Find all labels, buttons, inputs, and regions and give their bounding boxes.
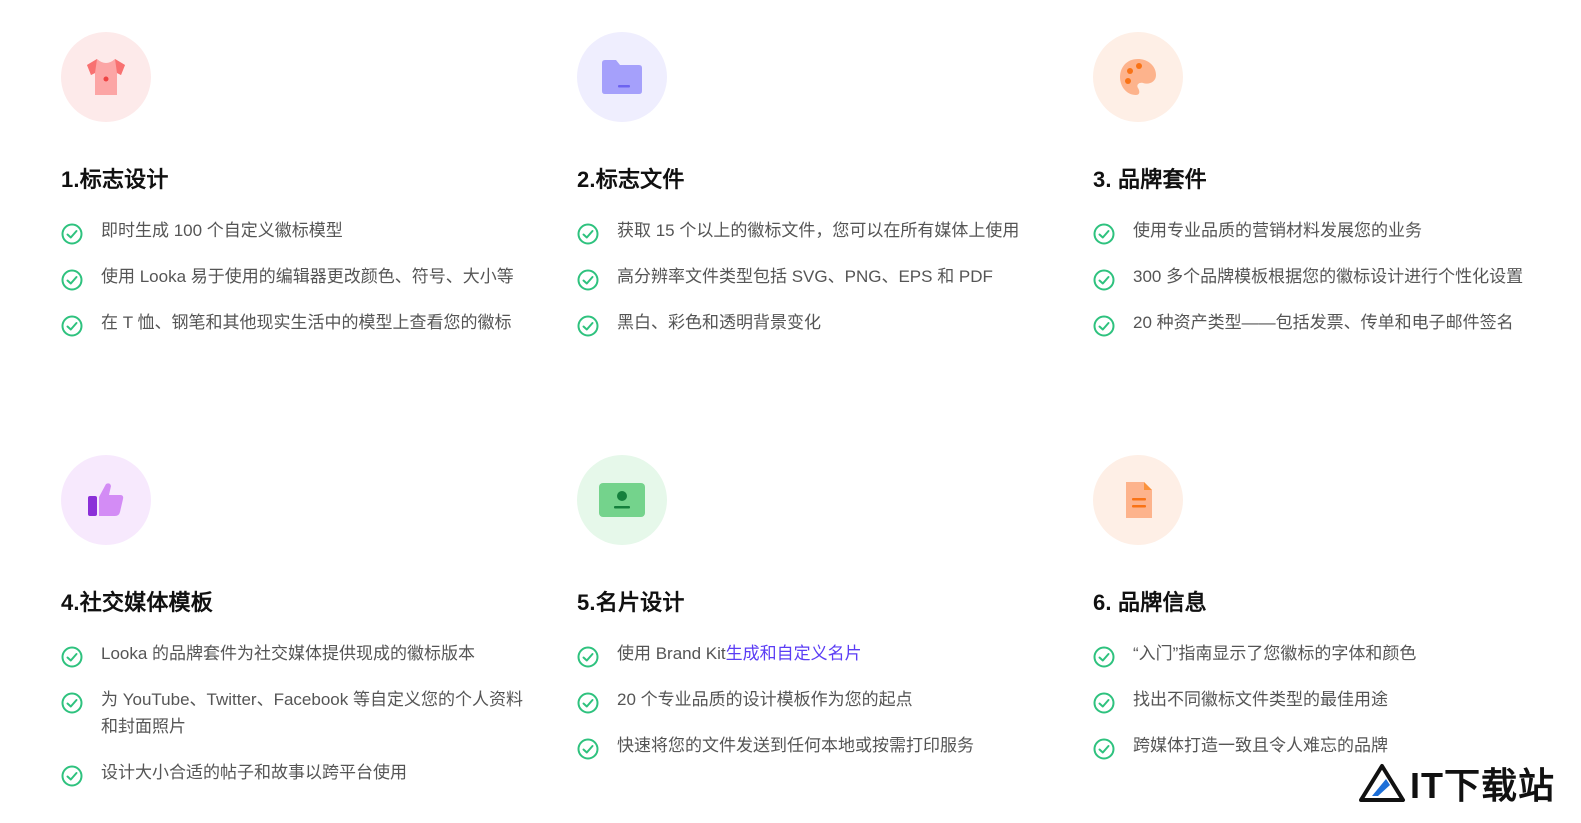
- list-item: 使用 Looka 易于使用的编辑器更改颜色、符号、大小等: [61, 263, 531, 291]
- check-circle-icon: [1093, 738, 1115, 760]
- list-item-text: 使用 Looka 易于使用的编辑器更改颜色、符号、大小等: [101, 267, 514, 286]
- list-item: Looka 的品牌套件为社交媒体提供现成的徽标版本: [61, 640, 531, 668]
- check-circle-icon: [1093, 223, 1115, 245]
- list-item: 跨媒体打造一致且令人难忘的品牌: [1093, 732, 1563, 760]
- check-circle-icon: [61, 765, 83, 787]
- list-item: 黑白、彩色和透明背景变化: [577, 309, 1047, 337]
- feature-list: 即时生成 100 个自定义徽标模型 使用 Looka 易于使用的编辑器更改颜色、…: [61, 217, 531, 337]
- feature-list: 获取 15 个以上的徽标文件，您可以在所有媒体上使用 高分辨率文件类型包括 SV…: [577, 217, 1047, 337]
- list-item-text: 跨媒体打造一致且令人难忘的品牌: [1133, 736, 1388, 755]
- check-circle-icon: [61, 315, 83, 337]
- check-circle-icon: [577, 315, 599, 337]
- check-circle-icon: [61, 223, 83, 245]
- business-card-icon-circle: [577, 455, 667, 545]
- list-item: 高分辨率文件类型包括 SVG、PNG、EPS 和 PDF: [577, 263, 1047, 291]
- palette-icon-circle: [1093, 32, 1183, 122]
- card-title: 5.名片设计: [577, 590, 685, 615]
- create-business-card-link[interactable]: 生成和自定义名片: [726, 644, 862, 663]
- feature-card-brand-info: 6. 品牌信息 “入门”指南显示了您徽标的字体和颜色 找出不同徽标文件类型的最佳…: [1093, 455, 1563, 778]
- list-item-text: 使用专业品质的营销材料发展您的业务: [1133, 221, 1422, 240]
- card-title: 4.社交媒体模板: [61, 590, 213, 615]
- feature-card-business-card: 5.名片设计 使用 Brand Kit生成和自定义名片 20 个专业品质的设计模…: [577, 455, 1047, 778]
- list-item-text: 设计大小合适的帖子和故事以跨平台使用: [101, 763, 407, 782]
- check-circle-icon: [577, 223, 599, 245]
- folder-icon-circle: [577, 32, 667, 122]
- feature-list: 使用 Brand Kit生成和自定义名片 20 个专业品质的设计模板作为您的起点…: [577, 640, 1047, 760]
- check-circle-icon: [61, 692, 83, 714]
- list-item: 20 种资产类型——包括发票、传单和电子邮件签名: [1093, 309, 1563, 337]
- feature-list: Looka 的品牌套件为社交媒体提供现成的徽标版本 为 YouTube、Twit…: [61, 640, 531, 787]
- tshirt-icon-circle: [61, 32, 151, 122]
- check-circle-icon: [1093, 692, 1115, 714]
- check-circle-icon: [577, 646, 599, 668]
- check-circle-icon: [577, 269, 599, 291]
- check-circle-icon: [577, 692, 599, 714]
- check-circle-icon: [61, 646, 83, 668]
- check-circle-icon: [577, 738, 599, 760]
- card-title: 6. 品牌信息: [1093, 590, 1207, 615]
- list-item-text: 300 多个品牌模板根据您的徽标设计进行个性化设置: [1133, 267, 1524, 286]
- list-item-text: 在 T 恤、钢笔和其他现实生活中的模型上查看您的徽标: [101, 313, 512, 332]
- document-icon: [1126, 482, 1152, 518]
- feature-card-brand-kit: 3. 品牌套件 使用专业品质的营销材料发展您的业务 300 多个品牌模板根据您的…: [1093, 32, 1563, 355]
- list-item: 使用专业品质的营销材料发展您的业务: [1093, 217, 1563, 245]
- list-item-text: 即时生成 100 个自定义徽标模型: [101, 221, 343, 240]
- list-item-text: 20 种资产类型——包括发票、传单和电子邮件签名: [1133, 313, 1514, 332]
- check-circle-icon: [61, 269, 83, 291]
- thumbs-up-icon: [88, 483, 124, 516]
- list-item: 获取 15 个以上的徽标文件，您可以在所有媒体上使用: [577, 217, 1047, 245]
- list-item-text: 高分辨率文件类型包括 SVG、PNG、EPS 和 PDF: [617, 267, 993, 286]
- feature-list: 使用专业品质的营销材料发展您的业务 300 多个品牌模板根据您的徽标设计进行个性…: [1093, 217, 1563, 337]
- list-item-text: 20 个专业品质的设计模板作为您的起点: [617, 690, 913, 709]
- watermark: IT下载站: [1358, 757, 1555, 809]
- palette-icon: [1120, 59, 1156, 95]
- check-circle-icon: [1093, 646, 1115, 668]
- list-item-text: 快速将您的文件发送到任何本地或按需打印服务: [617, 736, 974, 755]
- list-item: 设计大小合适的帖子和故事以跨平台使用: [61, 759, 531, 787]
- list-item-text: 获取 15 个以上的徽标文件，您可以在所有媒体上使用: [617, 221, 1020, 240]
- list-item-text: Looka 的品牌套件为社交媒体提供现成的徽标版本: [101, 644, 476, 663]
- check-circle-icon: [1093, 315, 1115, 337]
- list-item: “入门”指南显示了您徽标的字体和颜色: [1093, 640, 1563, 668]
- thumbs-up-icon-circle: [61, 455, 151, 545]
- feature-card-logo-files: 2.标志文件 获取 15 个以上的徽标文件，您可以在所有媒体上使用 高分辨率文件…: [577, 32, 1047, 355]
- list-item: 使用 Brand Kit生成和自定义名片: [577, 640, 1047, 668]
- list-item: 在 T 恤、钢笔和其他现实生活中的模型上查看您的徽标: [61, 309, 531, 337]
- folder-icon: [602, 60, 642, 94]
- watermark-text: IT下载站: [1410, 765, 1555, 806]
- list-item-text: 黑白、彩色和透明背景变化: [617, 313, 821, 332]
- list-item-text: “入门”指南显示了您徽标的字体和颜色: [1133, 644, 1417, 663]
- card-title: 2.标志文件: [577, 167, 685, 192]
- list-item: 快速将您的文件发送到任何本地或按需打印服务: [577, 732, 1047, 760]
- list-item: 20 个专业品质的设计模板作为您的起点: [577, 686, 1047, 714]
- list-item: 300 多个品牌模板根据您的徽标设计进行个性化设置: [1093, 263, 1563, 291]
- card-title: 3. 品牌套件: [1093, 167, 1207, 192]
- list-item: 找出不同徽标文件类型的最佳用途: [1093, 686, 1563, 714]
- list-item: 为 YouTube、Twitter、Facebook 等自定义您的个人资料和封面…: [61, 686, 531, 740]
- card-title: 1.标志设计: [61, 167, 169, 192]
- feature-card-social-templates: 4.社交媒体模板 Looka 的品牌套件为社交媒体提供现成的徽标版本 为 You…: [61, 455, 531, 805]
- list-item-text: 为 YouTube、Twitter、Facebook 等自定义您的个人资料和封面…: [101, 690, 523, 736]
- list-item-text: 使用 Brand Kit: [617, 644, 726, 663]
- business-card-icon: [599, 483, 645, 517]
- feature-card-logo-design: 1.标志设计 即时生成 100 个自定义徽标模型 使用 Looka 易于使用的编…: [61, 32, 531, 355]
- list-item: 即时生成 100 个自定义徽标模型: [61, 217, 531, 245]
- tshirt-icon: [87, 59, 125, 95]
- list-item-text: 找出不同徽标文件类型的最佳用途: [1133, 690, 1388, 709]
- feature-list: “入门”指南显示了您徽标的字体和颜色 找出不同徽标文件类型的最佳用途 跨媒体打造…: [1093, 640, 1563, 760]
- check-circle-icon: [1093, 269, 1115, 291]
- document-icon-circle: [1093, 455, 1183, 545]
- triangle-logo-icon: [1359, 764, 1405, 802]
